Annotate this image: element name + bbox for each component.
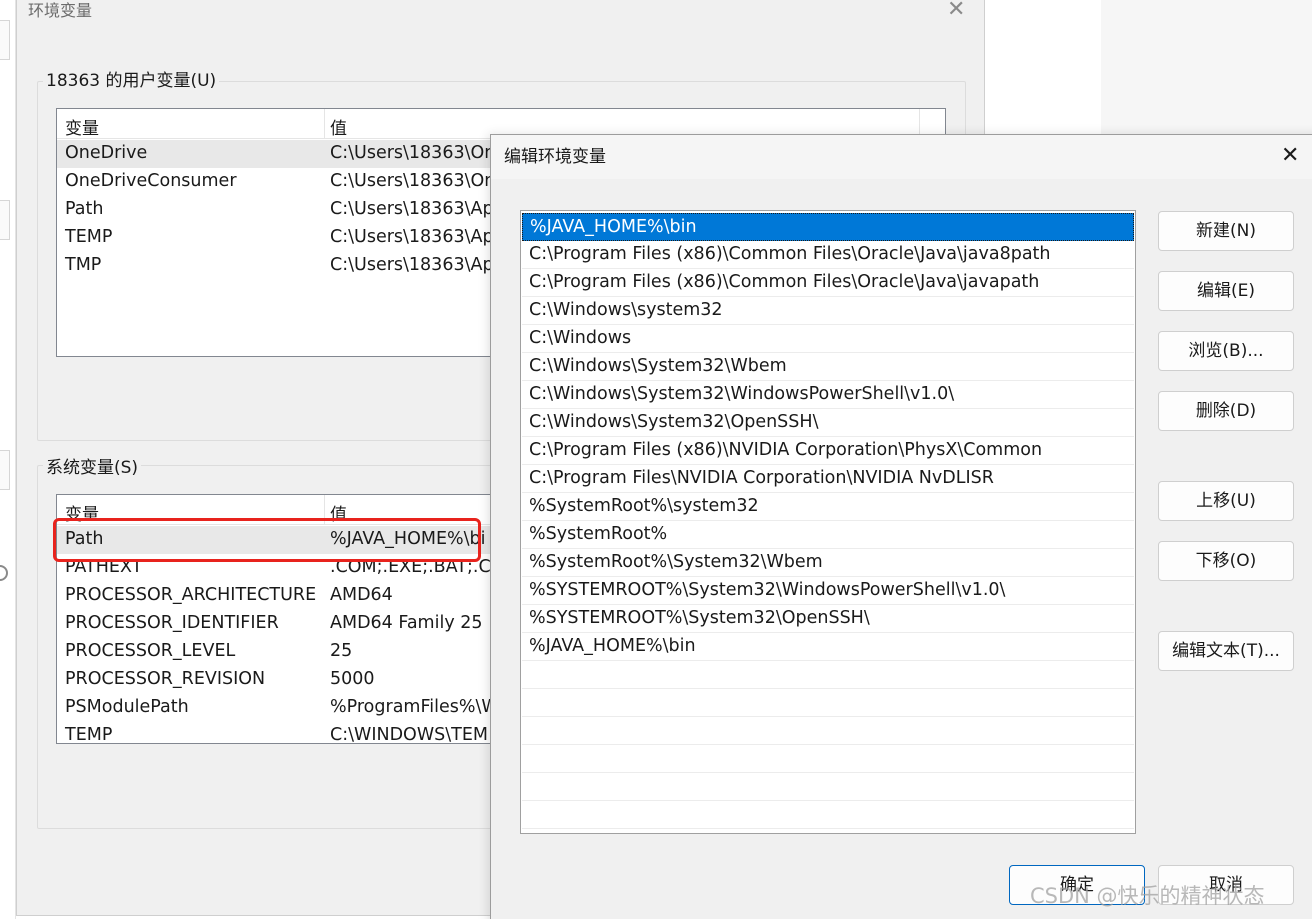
annotation-highlight-box (53, 518, 481, 562)
column-header-variable[interactable]: 变量 (65, 114, 99, 139)
path-entry-text: C:\Windows\system32 (529, 300, 723, 320)
close-icon[interactable]: ✕ (947, 0, 965, 21)
variable-value: %ProgramFiles%\W (330, 697, 499, 717)
path-entry-text: C:\Program Files (x86)\NVIDIA Corporatio… (529, 440, 1043, 460)
path-entry-text: C:\Windows\System32\Wbem (529, 356, 787, 376)
path-entry[interactable]: %SYSTEMROOT%\System32\WindowsPowerShell\… (522, 577, 1134, 605)
path-entry[interactable]: C:\Windows\System32\WindowsPowerShell\v1… (522, 381, 1134, 409)
variable-value: C:\Users\18363\On (330, 171, 496, 191)
edit-environment-variable-dialog: 编辑环境变量 ✕ %JAVA_HOME%\bin C:\Program Files… (490, 134, 1312, 919)
path-entry[interactable]: C:\Program Files (x86)\Common Files\Orac… (522, 241, 1134, 269)
variable-name: TEMP (65, 227, 113, 247)
path-entry[interactable]: %JAVA_HOME%\bin (522, 213, 1134, 241)
path-entry[interactable] (522, 773, 1134, 801)
variable-name: Path (65, 199, 104, 219)
path-entry-text: %SystemRoot% (529, 524, 668, 544)
close-icon[interactable]: ✕ (1281, 145, 1299, 167)
path-entry-text: %SYSTEMROOT%\System32\OpenSSH\ (529, 608, 870, 628)
path-entry[interactable]: %SYSTEMROOT%\System32\OpenSSH\ (522, 605, 1134, 633)
path-entry[interactable] (522, 689, 1134, 717)
path-entry-text: %JAVA_HOME%\bin (530, 217, 697, 237)
path-entry-text: C:\Windows (529, 328, 632, 348)
title-bar: 编辑环境变量 ✕ (491, 135, 1312, 179)
edit-button[interactable]: 编辑(E) (1158, 271, 1294, 311)
window-title: 环境变量 (28, 1, 93, 20)
move-up-button[interactable]: 上移(U) (1158, 481, 1294, 521)
path-entry[interactable]: %JAVA_HOME%\bin (522, 633, 1134, 661)
variable-name: PROCESSOR_ARCHITECTURE (65, 585, 317, 605)
path-entry[interactable]: C:\Program Files (x86)\NVIDIA Corporatio… (522, 437, 1134, 465)
new-button[interactable]: 新建(N) (1158, 211, 1294, 251)
variable-name: TEMP (65, 725, 113, 744)
background-control (0, 450, 10, 490)
path-entry[interactable]: C:\Program Files\NVIDIA Corporation\NVID… (522, 465, 1134, 493)
path-entry[interactable] (522, 661, 1134, 689)
column-divider[interactable] (324, 109, 325, 139)
path-entries-list[interactable]: %JAVA_HOME%\bin C:\Program Files (x86)\Co… (520, 210, 1136, 834)
variable-name: PROCESSOR_IDENTIFIER (65, 613, 279, 633)
dialog-title: 编辑环境变量 (504, 147, 606, 167)
browse-button[interactable]: 浏览(B)... (1158, 331, 1294, 371)
background-panel (1101, 0, 1312, 136)
background-window-edge (0, 0, 16, 919)
variable-name: PSModulePath (65, 697, 189, 717)
variable-value: AMD64 Family 25 (330, 613, 483, 633)
background-control (0, 200, 10, 240)
path-entry[interactable]: %SystemRoot%\system32 (522, 493, 1134, 521)
user-variables-label: 18363 的用户变量(U) (43, 70, 220, 92)
variable-name: PROCESSOR_LEVEL (65, 641, 236, 661)
path-entry-text: C:\Program Files (x86)\Common Files\Orac… (529, 272, 1040, 292)
column-header-value[interactable]: 值 (330, 114, 347, 139)
edit-text-button[interactable]: 编辑文本(T)... (1158, 631, 1294, 671)
path-entry[interactable]: C:\Windows (522, 325, 1134, 353)
path-entry[interactable]: C:\Program Files (x86)\Common Files\Orac… (522, 269, 1134, 297)
path-entry-text: %SystemRoot%\System32\Wbem (529, 552, 823, 572)
variable-value: AMD64 (330, 585, 393, 605)
path-entry-text: C:\Windows\System32\WindowsPowerShell\v1… (529, 384, 955, 404)
variable-value: 25 (330, 641, 353, 661)
path-entry-text: C:\Program Files\NVIDIA Corporation\NVID… (529, 468, 994, 488)
variable-name: OneDriveConsumer (65, 171, 237, 191)
path-entry-text: %SystemRoot%\system32 (529, 496, 759, 516)
path-entry[interactable]: %SystemRoot% (522, 521, 1134, 549)
path-entry[interactable] (522, 745, 1134, 773)
variable-value: C:\Users\18363\Ap (330, 255, 494, 275)
variable-name: OneDrive (65, 143, 148, 163)
variable-value: C:\Users\18363\On (330, 143, 496, 163)
path-entry[interactable]: C:\Windows\system32 (522, 297, 1134, 325)
delete-button[interactable]: 删除(D) (1158, 391, 1294, 431)
variable-value: 5000 (330, 669, 375, 689)
variable-value: C:\Users\18363\Ap (330, 199, 494, 219)
path-entry[interactable] (522, 717, 1134, 745)
path-entry-text: %JAVA_HOME%\bin (529, 636, 696, 656)
watermark: CSDN @快乐的精神状态 (1030, 884, 1265, 908)
path-entry-text: %SYSTEMROOT%\System32\WindowsPowerShell\… (529, 580, 1006, 600)
background-control (0, 20, 10, 60)
variable-value: C:\Users\18363\Ap (330, 227, 494, 247)
system-variables-label: 系统变量(S) (43, 457, 142, 479)
path-entry[interactable] (522, 801, 1134, 829)
variable-name: TMP (65, 255, 102, 275)
path-entry[interactable]: %SystemRoot%\System32\Wbem (522, 549, 1134, 577)
variable-value: C:\WINDOWS\TEM (330, 725, 488, 744)
path-entry[interactable]: C:\Windows\System32\Wbem (522, 353, 1134, 381)
path-entry-text: C:\Windows\System32\OpenSSH\ (529, 412, 819, 432)
path-entry[interactable]: C:\Windows\System32\OpenSSH\ (522, 409, 1134, 437)
path-entry-text: C:\Program Files (x86)\Common Files\Orac… (529, 244, 1051, 264)
move-down-button[interactable]: 下移(O) (1158, 541, 1294, 581)
variable-name: PROCESSOR_REVISION (65, 669, 266, 689)
